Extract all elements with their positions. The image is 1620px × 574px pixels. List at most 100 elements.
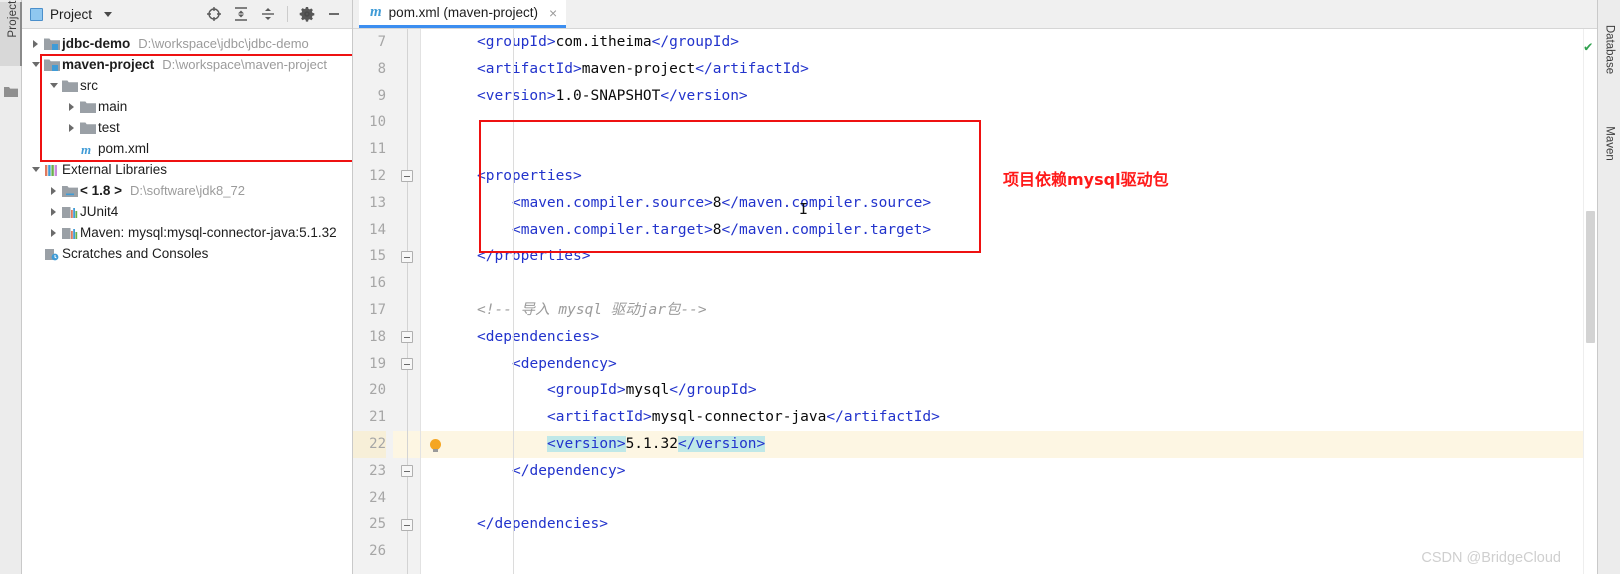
minimize-icon[interactable] <box>326 6 342 22</box>
line-number: 11 <box>353 136 386 163</box>
code-editor[interactable]: 7891011121314151617181920212223242526 <g… <box>353 29 1597 574</box>
code-line[interactable] <box>449 270 1583 297</box>
code-token: maven.compiler.source <box>739 195 922 211</box>
maven-tab[interactable]: Maven <box>1598 111 1620 177</box>
tree-node-label: main <box>98 99 127 114</box>
chevron-down-icon[interactable] <box>46 83 61 88</box>
code-token: artifactId <box>713 61 800 77</box>
collapse-all-icon[interactable] <box>260 6 276 22</box>
intention-gutter-cell <box>421 217 449 244</box>
code-token: > <box>608 356 617 372</box>
tree-node-path: D:\workspace\jdbc\jdbc-demo <box>138 36 309 51</box>
database-tab[interactable]: Database <box>1598 17 1620 83</box>
tree-node-external-libraries[interactable]: External Libraries <box>22 159 352 180</box>
code-line[interactable]: </dependencies> <box>449 511 1583 538</box>
tree-node-jdbc-demo[interactable]: jdbc-demoD:\workspace\jdbc\jdbc-demo <box>22 33 352 54</box>
code-line[interactable] <box>449 136 1583 163</box>
chevron-down-icon[interactable] <box>28 62 43 67</box>
project-tree: jdbc-demoD:\workspace\jdbc\jdbc-demomave… <box>22 29 352 574</box>
tree-node-maven-project[interactable]: maven-projectD:\workspace\maven-project <box>22 54 352 75</box>
editor-tabbar: m pom.xml (maven-project) × <box>353 0 1597 29</box>
code-token: version <box>678 88 739 104</box>
tree-node-main[interactable]: main <box>22 96 352 117</box>
code-line[interactable]: <artifactId>maven-project</artifactId> <box>449 56 1583 83</box>
code-token: > <box>643 409 652 425</box>
inspection-marker-bar[interactable]: ✔ <box>1583 29 1597 574</box>
folder-icon-wrap <box>61 79 79 93</box>
tree-node-junit4[interactable]: JUnit4 <box>22 201 352 222</box>
code-token: > <box>573 61 582 77</box>
chevron-down-icon[interactable] <box>28 167 43 172</box>
code-token: > <box>599 516 608 532</box>
code-token: mysql-connector-java <box>652 409 827 425</box>
tree-node-pom-xml[interactable]: m pom.xml <box>22 138 352 159</box>
chevron-right-icon[interactable] <box>64 103 79 111</box>
tree-node-maven-mysql-mysql-connector-java-5-1-32[interactable]: Maven: mysql:mysql-connector-java:5.1.32 <box>22 222 352 243</box>
svg-text:m: m <box>81 142 91 156</box>
editor-area: m pom.xml (maven-project) × 789101112131… <box>353 0 1597 574</box>
intention-bulb-icon[interactable] <box>421 431 449 458</box>
scratches-icon-wrap <box>43 247 61 261</box>
dependency-annotation-label: 项目依赖mysql驱动包 <box>1003 166 1169 190</box>
editor-scrollbar-thumb[interactable] <box>1586 211 1595 343</box>
code-line[interactable]: <dependency> <box>449 351 1583 378</box>
jdk-icon-wrap <box>61 184 79 198</box>
tree-node-test[interactable]: test <box>22 117 352 138</box>
code-line[interactable]: <maven.compiler.target>8</maven.compiler… <box>449 217 1583 244</box>
project-panel: Project <box>22 0 353 574</box>
code-line[interactable]: <version>1.0-SNAPSHOT</version> <box>449 83 1583 110</box>
code-token: <!-- 导入 mysql 驱动jar包--> <box>477 302 707 318</box>
gear-icon[interactable] <box>299 6 315 22</box>
code-token: > <box>591 329 600 345</box>
code-content[interactable]: <groupId>com.itheima</groupId> < artifactI… <box>449 29 1583 574</box>
project-panel-title-group[interactable]: Project <box>30 7 112 22</box>
code-line[interactable]: <!-- 导入 mysql 驱动jar包--> <box>449 297 1583 324</box>
tree-node-label: pom.xml <box>98 141 149 156</box>
intention-gutter-cell <box>421 136 449 163</box>
code-line[interactable] <box>449 485 1583 512</box>
chevron-down-icon[interactable] <box>104 12 112 17</box>
chevron-right-icon[interactable] <box>64 124 79 132</box>
code-token: </ <box>669 382 686 398</box>
locate-icon[interactable] <box>206 6 222 22</box>
line-number: 22 <box>353 431 386 458</box>
editor-tab-pom-xml[interactable]: m pom.xml (maven-project) × <box>359 0 566 28</box>
library-icon-wrap <box>61 226 79 240</box>
project-window-icon <box>30 8 43 21</box>
code-line[interactable]: <groupId>mysql</groupId> <box>449 377 1583 404</box>
jdk-icon <box>62 184 78 198</box>
code-token: 1.0-SNAPSHOT <box>556 88 661 104</box>
chevron-right-icon[interactable] <box>28 40 43 48</box>
intention-gutter-cell <box>421 404 449 431</box>
code-line[interactable]: <version>5.1.32</version> <box>449 431 1583 458</box>
code-folding-gutter[interactable] <box>393 29 421 574</box>
chevron-right-icon[interactable] <box>46 208 61 216</box>
code-line[interactable]: </properties> <box>449 243 1583 270</box>
expand-all-icon[interactable] <box>233 6 249 22</box>
code-line[interactable]: </dependency> <box>449 458 1583 485</box>
code-line[interactable]: <dependencies> <box>449 324 1583 351</box>
module-folder-icon <box>44 58 60 72</box>
code-token: dependencies <box>486 329 591 345</box>
close-icon[interactable]: × <box>549 6 557 20</box>
code-token: < <box>547 409 556 425</box>
code-line[interactable] <box>449 109 1583 136</box>
project-vertical-tab[interactable]: Project <box>0 2 22 66</box>
intention-gutter-cell <box>421 351 449 378</box>
tree-node-label: Scratches and Consoles <box>62 246 208 261</box>
tree-node-1-8[interactable]: < 1.8 >D:\software\jdk8_72 <box>22 180 352 201</box>
code-line[interactable] <box>449 538 1583 565</box>
intention-gutter-cell <box>421 163 449 190</box>
intention-icon-gutter[interactable] <box>421 29 449 574</box>
code-token: < <box>477 168 486 184</box>
line-number: 16 <box>353 270 386 297</box>
code-line[interactable]: <artifactId>mysql-connector-java</artifa… <box>449 404 1583 431</box>
chevron-right-icon[interactable] <box>46 187 61 195</box>
chevron-right-icon[interactable] <box>46 229 61 237</box>
tree-node-scratches-and-consoles[interactable]: Scratches and Consoles <box>22 243 352 264</box>
code-line[interactable]: <groupId>com.itheima</groupId> <box>449 29 1583 56</box>
tree-node-src[interactable]: src <box>22 75 352 96</box>
intention-gutter-cell <box>421 190 449 217</box>
code-line[interactable]: <maven.compiler.source>8</maven.compiler… <box>449 190 1583 217</box>
code-token: maven.compiler.source <box>521 195 704 211</box>
